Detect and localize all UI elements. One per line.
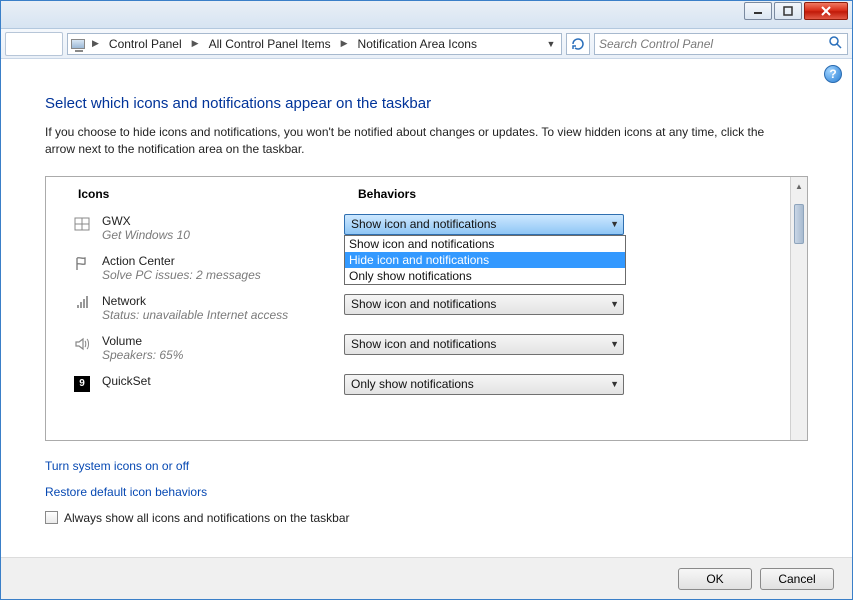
combo-option[interactable]: Hide icon and notifications — [345, 252, 625, 268]
monitor-icon — [68, 35, 88, 53]
chevron-right-icon[interactable]: ▶ — [88, 38, 103, 49]
chevron-down-icon: ▼ — [610, 379, 619, 389]
nav-back-forward[interactable] — [5, 32, 63, 56]
combo-value: Show icon and notifications — [351, 297, 496, 311]
speaker-icon — [70, 334, 94, 352]
behavior-combo[interactable]: Show icon and notifications ▼ — [344, 334, 624, 355]
combo-option[interactable]: Show icon and notifications — [345, 236, 625, 252]
breadcrumb-dropdown[interactable]: ▼ — [541, 39, 561, 49]
chevron-down-icon: ▼ — [610, 219, 619, 229]
always-show-checkbox[interactable]: Always show all icons and notifications … — [45, 511, 808, 525]
crumb-all-items[interactable]: All Control Panel Items — [203, 34, 337, 54]
icon-subtext: Solve PC issues: 2 messages — [102, 268, 344, 282]
icon-name: Network — [102, 294, 344, 308]
icons-panel: Icons Behaviors GWX Get Windows 10 Show … — [45, 176, 808, 441]
search-placeholder: Search Control Panel — [599, 37, 713, 51]
footer: OK Cancel — [1, 557, 852, 599]
icon-row: GWX Get Windows 10 Show icon and notific… — [66, 208, 790, 248]
search-icon — [827, 34, 843, 53]
icon-name: GWX — [102, 214, 344, 228]
ok-button[interactable]: OK — [678, 568, 752, 590]
chevron-right-icon[interactable]: ▶ — [337, 38, 352, 49]
page-title: Select which icons and notifications app… — [45, 95, 808, 112]
refresh-button[interactable] — [566, 33, 590, 55]
chevron-down-icon: ▼ — [610, 339, 619, 349]
icon-row: 9 QuickSet Only show notifications ▼ — [66, 368, 790, 401]
link-system-icons[interactable]: Turn system icons on or off — [45, 459, 808, 473]
crumb-control-panel[interactable]: Control Panel — [103, 34, 188, 54]
behavior-combo[interactable]: Show icon and notifications▼Show icon an… — [344, 214, 624, 235]
column-header-behaviors: Behaviors — [358, 187, 416, 201]
cancel-button[interactable]: Cancel — [760, 568, 834, 590]
maximize-button[interactable] — [774, 2, 802, 20]
help-icon[interactable]: ? — [824, 65, 842, 83]
page-description: If you choose to hide icons and notifica… — [45, 124, 765, 158]
icon-name: Action Center — [102, 254, 344, 268]
icon-subtext: Speakers: 65% — [102, 348, 344, 362]
checkbox-label: Always show all icons and notifications … — [64, 511, 350, 525]
qs-icon: 9 — [70, 374, 94, 392]
icon-row: Volume Speakers: 65% Show icon and notif… — [66, 328, 790, 368]
checkbox-box[interactable] — [45, 511, 58, 524]
chevron-down-icon: ▼ — [610, 299, 619, 309]
behavior-combo[interactable]: Show icon and notifications ▼ — [344, 294, 624, 315]
behavior-combo[interactable]: Only show notifications ▼ — [344, 374, 624, 395]
column-header-icons: Icons — [78, 187, 358, 201]
flag-icon — [70, 254, 94, 272]
breadcrumb[interactable]: ▶ Control Panel ▶ All Control Panel Item… — [67, 33, 562, 55]
control-panel-window: ▶ Control Panel ▶ All Control Panel Item… — [0, 0, 853, 600]
search-input[interactable]: Search Control Panel — [594, 33, 848, 55]
combo-value: Only show notifications — [351, 377, 474, 391]
scroll-up-icon[interactable]: ▲ — [792, 179, 807, 194]
crumb-notification-area[interactable]: Notification Area Icons — [352, 34, 483, 54]
scroll-thumb[interactable] — [794, 204, 804, 244]
link-restore-defaults[interactable]: Restore default icon behaviors — [45, 485, 808, 499]
icon-subtext: Get Windows 10 — [102, 228, 344, 242]
icon-subtext: Status: unavailable Internet access — [102, 308, 344, 322]
combo-value: Show icon and notifications — [351, 337, 496, 351]
combo-option[interactable]: Only show notifications — [345, 268, 625, 284]
minimize-button[interactable] — [744, 2, 772, 20]
bars-icon — [70, 294, 94, 308]
combo-listbox[interactable]: Show icon and notificationsHide icon and… — [344, 235, 626, 285]
icon-name: QuickSet — [102, 374, 344, 388]
content-area: ? Select which icons and notifications a… — [1, 59, 852, 557]
address-bar: ▶ Control Panel ▶ All Control Panel Item… — [1, 29, 852, 59]
titlebar — [1, 1, 852, 29]
chevron-right-icon[interactable]: ▶ — [188, 38, 203, 49]
close-button[interactable] — [804, 2, 848, 20]
icon-row: Network Status: unavailable Internet acc… — [66, 288, 790, 328]
window-icon — [70, 214, 94, 232]
combo-value: Show icon and notifications — [351, 217, 496, 231]
icon-name: Volume — [102, 334, 344, 348]
scrollbar[interactable]: ▲ — [790, 177, 807, 440]
